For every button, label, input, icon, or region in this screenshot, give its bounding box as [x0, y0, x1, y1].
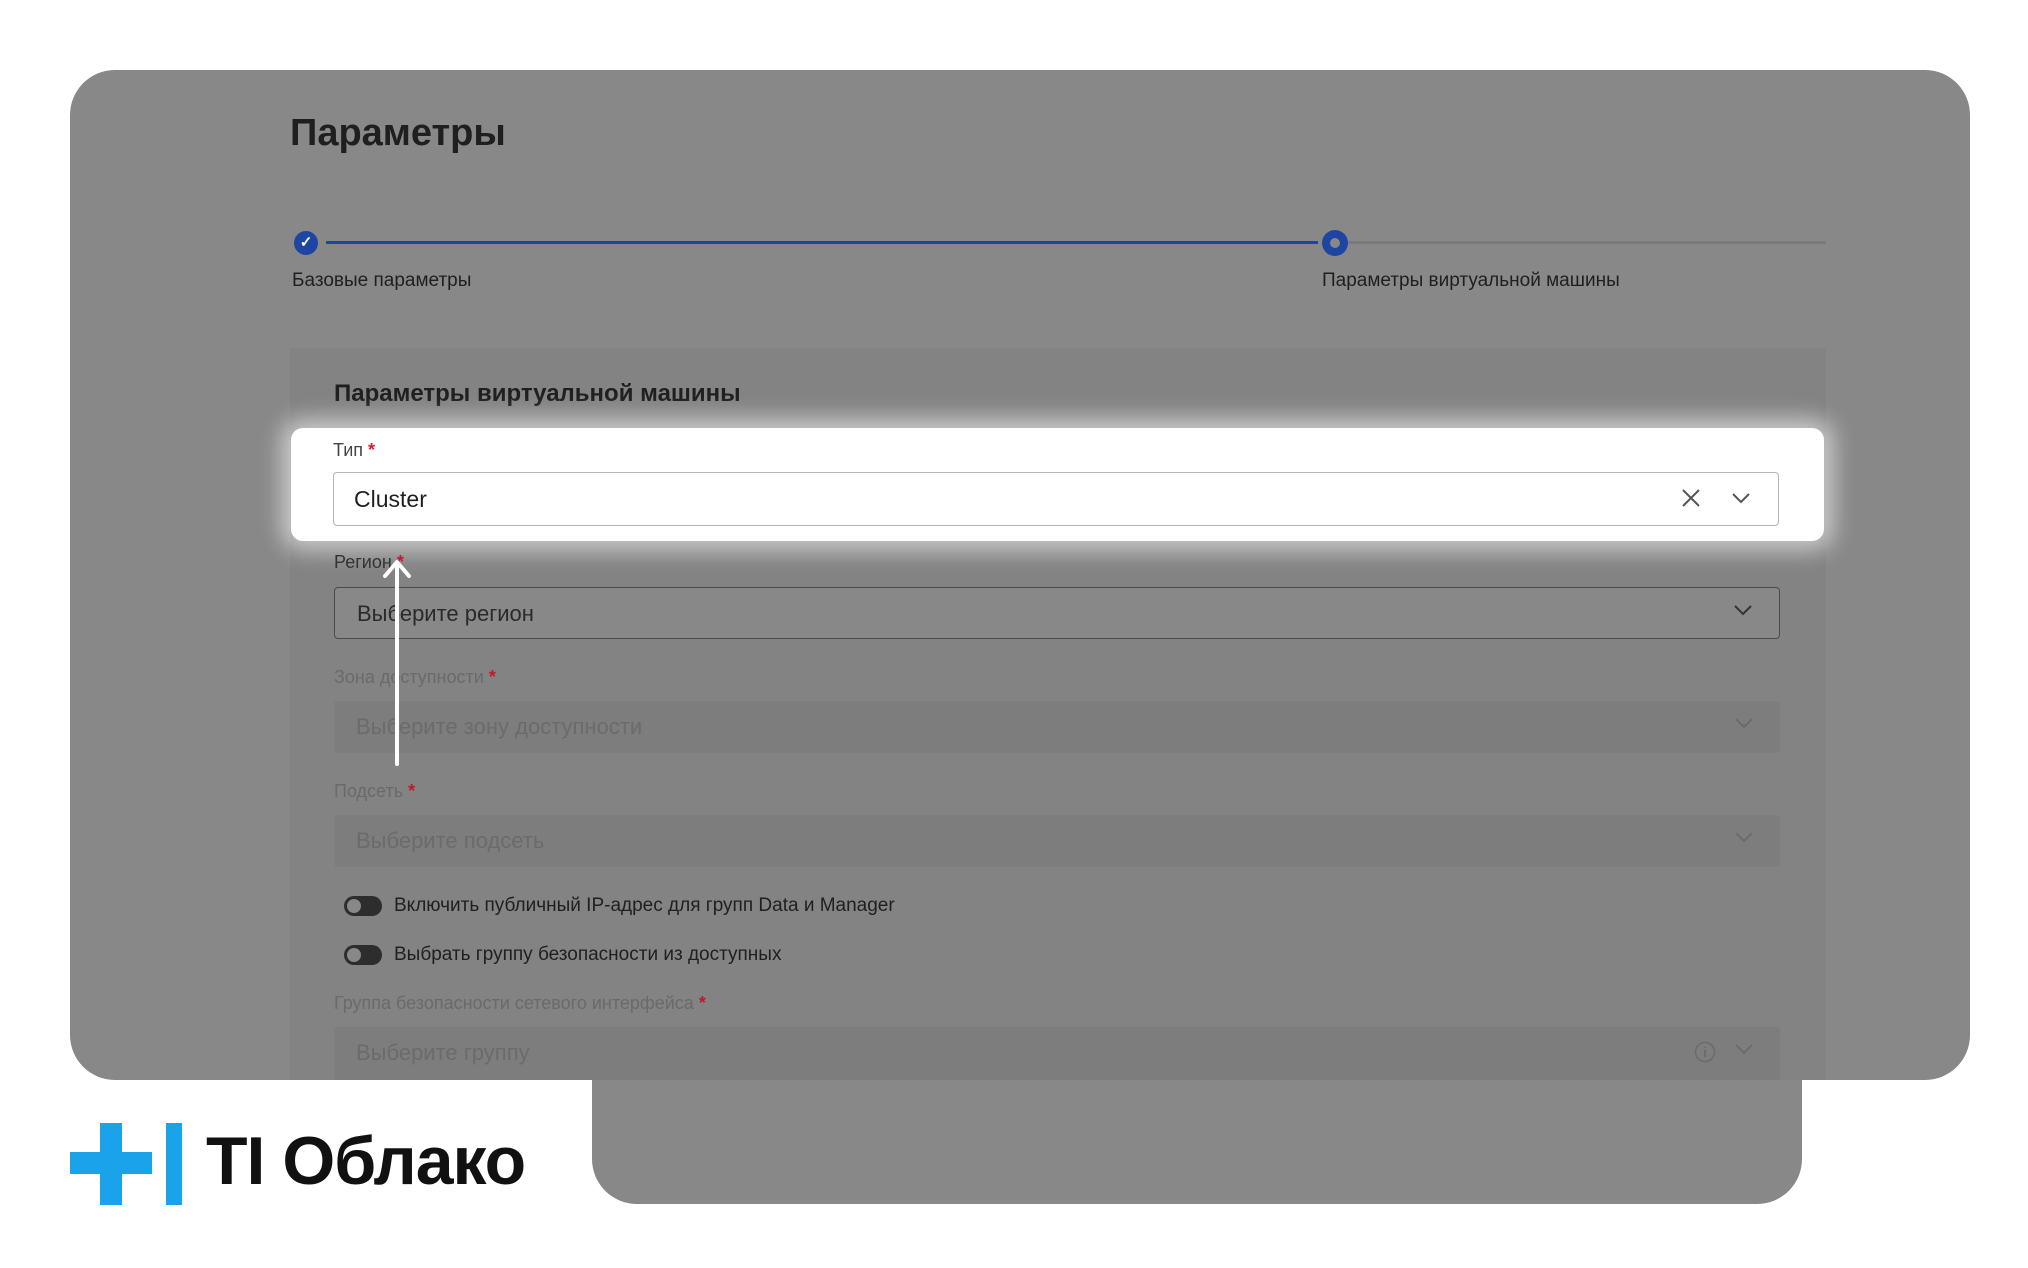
security-group-label: Группа безопасности сетевого интерфейса … — [334, 993, 706, 1013]
stepper-dot-active[interactable] — [1322, 230, 1348, 256]
region-select[interactable]: Выберите регион — [334, 587, 1780, 639]
stepper-line-remaining — [1346, 241, 1826, 244]
subnet-label: Подсеть * — [334, 781, 416, 801]
type-select[interactable]: Cluster — [333, 472, 1779, 526]
arrow-up-icon — [383, 560, 411, 766]
type-select-value: Cluster — [354, 486, 427, 512]
white-corner-right — [1802, 1080, 2028, 1268]
type-label: Тип * — [333, 440, 376, 460]
security-group-placeholder: Выберите группу — [356, 1040, 530, 1065]
chevron-down-icon[interactable] — [1733, 600, 1753, 620]
zone-select[interactable]: Выберите зону доступности — [334, 701, 1780, 753]
section-title: Параметры виртуальной машины — [334, 380, 741, 407]
check-icon[interactable]: ✓ — [294, 231, 318, 255]
step-label-vm[interactable]: Параметры виртуальной машины — [1322, 270, 1620, 292]
public-ip-toggle-label: Включить публичный IP-адрес для групп Da… — [394, 895, 895, 916]
subnet-select[interactable]: Выберите подсеть — [334, 815, 1780, 867]
security-group-toggle-label: Выбрать группу безопасности из доступных — [394, 944, 782, 965]
step-label-basic[interactable]: Базовые параметры — [292, 270, 471, 292]
chevron-down-icon[interactable] — [1734, 827, 1754, 847]
subnet-placeholder: Выберите подсеть — [356, 828, 545, 853]
page-title: Параметры — [290, 112, 506, 154]
security-group-toggle[interactable] — [344, 945, 382, 965]
close-icon[interactable] — [1680, 487, 1702, 509]
brand-name: TI Облако — [206, 1123, 526, 1199]
chevron-down-icon[interactable] — [1734, 1039, 1754, 1059]
info-icon[interactable] — [1694, 1041, 1716, 1063]
chevron-down-icon[interactable] — [1730, 487, 1752, 509]
public-ip-toggle[interactable] — [344, 896, 382, 916]
stepper-line-completed — [326, 241, 1318, 244]
security-group-select[interactable]: Выберите группу — [334, 1027, 1780, 1080]
chevron-down-icon[interactable] — [1734, 713, 1754, 733]
zone-label: Зона доступности * — [334, 667, 496, 687]
